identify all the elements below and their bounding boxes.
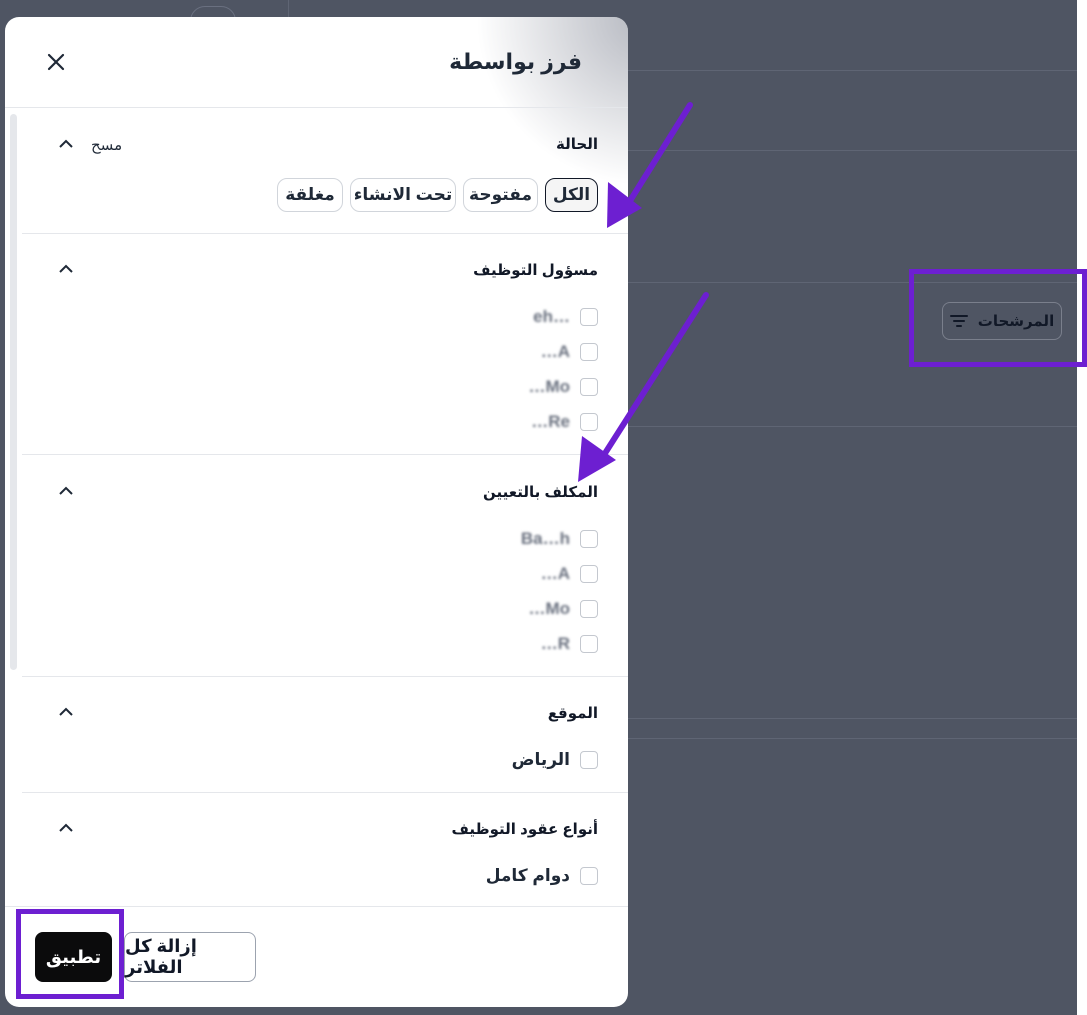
location-option[interactable]: الرياض bbox=[512, 748, 598, 772]
divider bbox=[628, 150, 1077, 151]
status-chip-all[interactable]: الكل bbox=[545, 178, 598, 212]
status-chip-closed[interactable]: مغلقة bbox=[277, 178, 343, 212]
chevron-up-icon[interactable] bbox=[58, 704, 74, 720]
contract-section-label: أنواع عقود التوظيف bbox=[451, 821, 598, 838]
checkbox[interactable] bbox=[580, 378, 598, 396]
location-section-label: الموقع bbox=[547, 705, 598, 722]
divider bbox=[628, 70, 1077, 71]
assignee-option[interactable]: Ba…h bbox=[521, 527, 598, 551]
checkbox[interactable] bbox=[580, 308, 598, 326]
recruiter-option[interactable]: A… bbox=[541, 340, 598, 364]
divider bbox=[22, 792, 628, 793]
status-chip-draft[interactable]: تحت الانشاء bbox=[350, 178, 456, 212]
chevron-up-icon[interactable] bbox=[58, 483, 74, 499]
status-chip-open[interactable]: مفتوحة bbox=[463, 178, 538, 212]
option-label: R… bbox=[540, 634, 570, 653]
clear-status-link[interactable]: مسح bbox=[91, 136, 122, 154]
divider bbox=[22, 233, 628, 234]
divider bbox=[22, 454, 628, 455]
option-label: A… bbox=[540, 564, 570, 583]
highlight-box-filters bbox=[909, 269, 1087, 367]
assignee-option[interactable]: R… bbox=[541, 632, 598, 656]
option-label: …eh bbox=[533, 307, 570, 326]
option-label: A… bbox=[540, 342, 570, 361]
chevron-up-icon[interactable] bbox=[58, 136, 74, 152]
chevron-up-icon[interactable] bbox=[58, 261, 74, 277]
close-icon[interactable] bbox=[45, 51, 67, 73]
option-label: دوام كامل bbox=[485, 866, 570, 885]
option-label: Re… bbox=[531, 412, 570, 431]
filter-panel: فرز بواسطة الحالة مسح الكل مفتوحة تحت ال… bbox=[5, 17, 628, 1007]
panel-scrollbar[interactable] bbox=[10, 114, 17, 670]
scrollbar[interactable] bbox=[1077, 0, 1087, 1015]
panel-shadow bbox=[475, 17, 628, 187]
highlight-box-apply bbox=[16, 909, 124, 999]
divider bbox=[628, 426, 1077, 427]
recruiter-option[interactable]: …eh bbox=[533, 305, 598, 329]
checkbox[interactable] bbox=[580, 413, 598, 431]
divider bbox=[5, 107, 628, 108]
clear-all-filters-button[interactable]: إزالة كل الفلاتر bbox=[124, 932, 256, 982]
option-label: Mo… bbox=[528, 599, 570, 618]
contract-option[interactable]: دوام كامل bbox=[486, 864, 598, 888]
checkbox[interactable] bbox=[580, 343, 598, 361]
option-label: الرياض bbox=[511, 750, 570, 769]
panel-title: فرز بواسطة bbox=[449, 49, 582, 74]
recruiter-option[interactable]: Mo… bbox=[528, 375, 598, 399]
checkbox[interactable] bbox=[580, 565, 598, 583]
option-label: Mo… bbox=[528, 377, 570, 396]
assignee-option[interactable]: A… bbox=[541, 562, 598, 586]
divider bbox=[5, 906, 628, 907]
checkbox[interactable] bbox=[580, 867, 598, 885]
recruiter-section-label: مسؤول التوظيف bbox=[473, 262, 598, 279]
status-section-label: الحالة bbox=[556, 136, 598, 153]
option-label: Ba…h bbox=[520, 529, 570, 548]
checkbox[interactable] bbox=[580, 600, 598, 618]
divider bbox=[628, 718, 1077, 719]
divider bbox=[22, 676, 628, 677]
checkbox[interactable] bbox=[580, 530, 598, 548]
assignee-option[interactable]: Mo… bbox=[528, 597, 598, 621]
recruiter-option[interactable]: Re… bbox=[531, 410, 598, 434]
checkbox[interactable] bbox=[580, 751, 598, 769]
divider bbox=[628, 738, 1077, 739]
checkbox[interactable] bbox=[580, 635, 598, 653]
chevron-up-icon[interactable] bbox=[58, 820, 74, 836]
assignee-section-label: المكلف بالتعيين bbox=[483, 484, 598, 501]
